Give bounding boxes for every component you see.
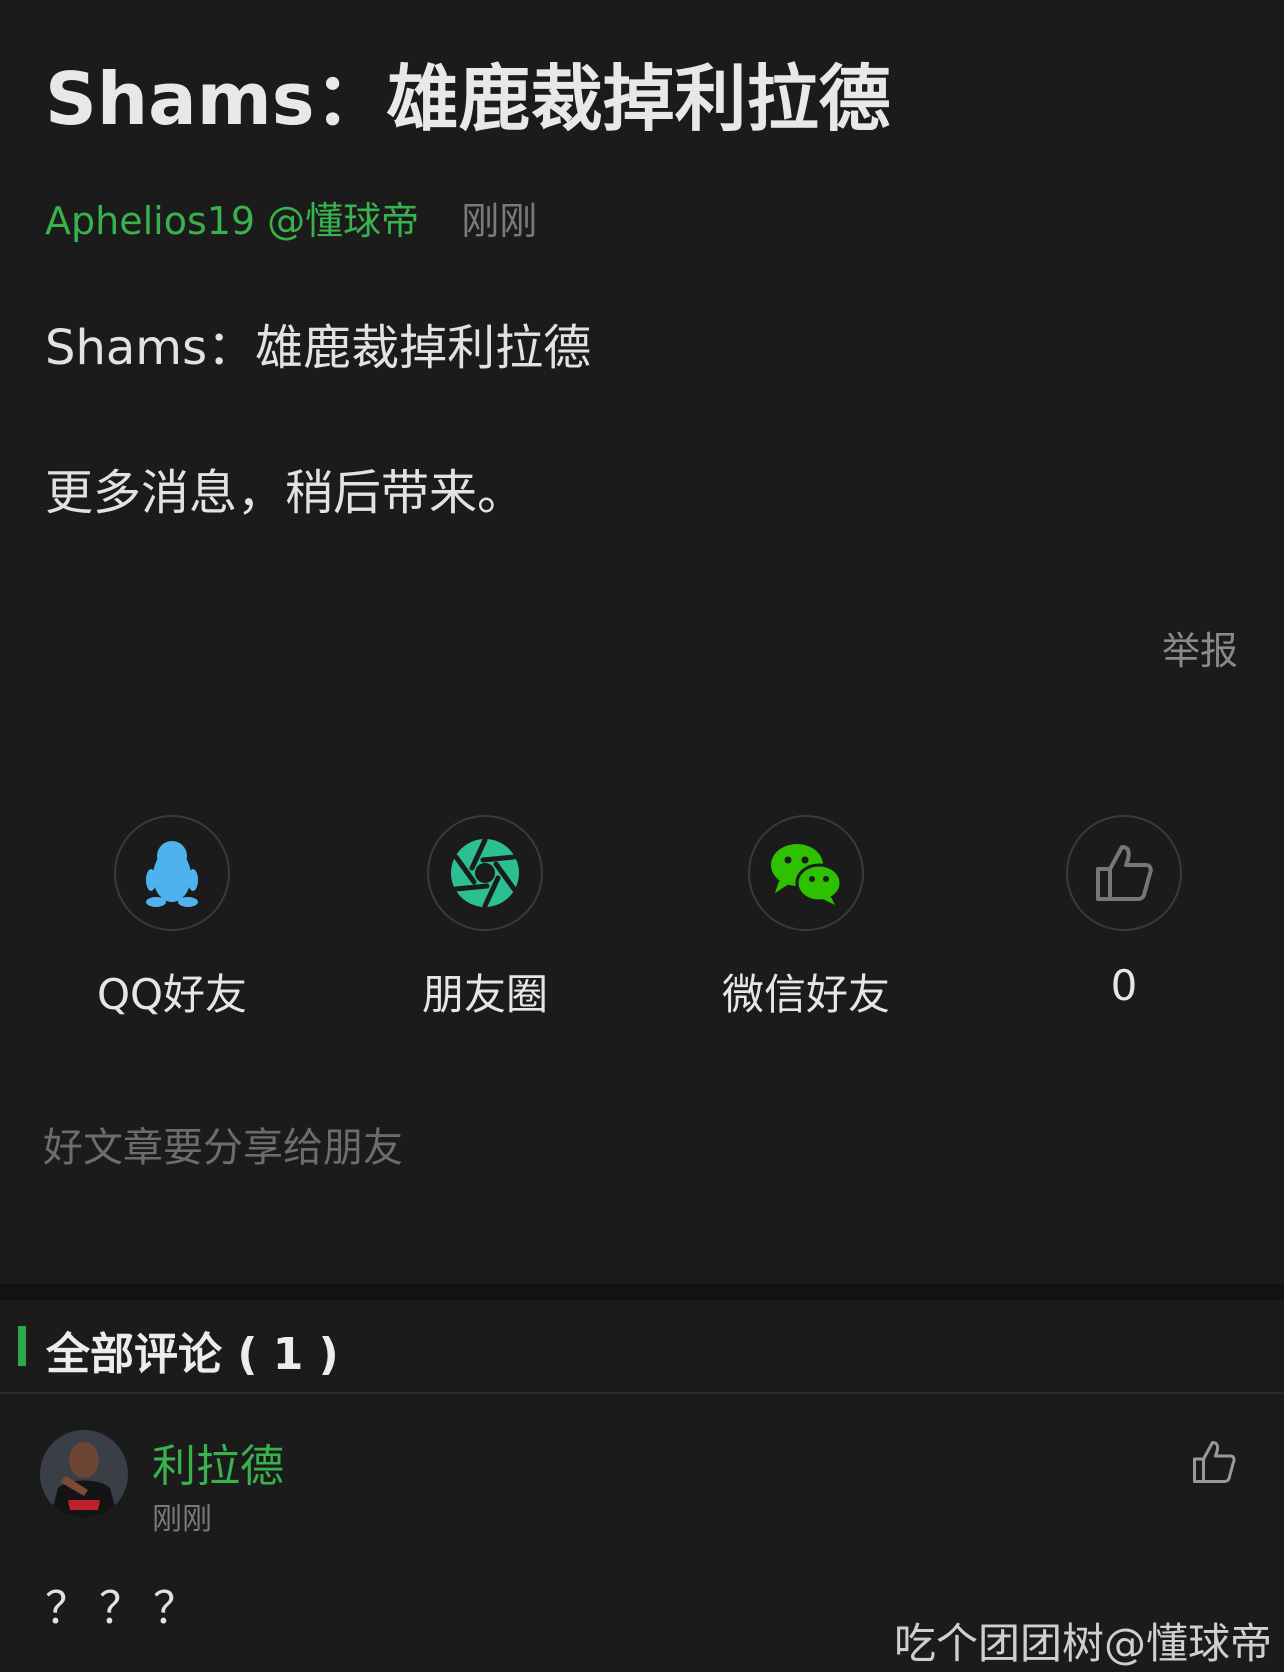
thumbs-up-icon (1096, 845, 1153, 901)
share-hint: 好文章要分享给朋友 (43, 1125, 403, 1171)
share-moments-circle[interactable] (427, 815, 543, 931)
share-bar: QQ好友 朋友圈 微信好友 0 (0, 815, 1284, 1019)
share-qq-label: QQ好友 (96, 970, 248, 1019)
like-button[interactable]: 0 (1004, 815, 1244, 1010)
article-meta: Aphelios19 @懂球帝 刚刚 (45, 190, 537, 245)
share-wechat-button[interactable]: 微信好友 (686, 815, 926, 1022)
share-moments-button[interactable]: 朋友圈 (365, 815, 605, 1022)
avatar[interactable] (40, 1430, 128, 1518)
comments-header: 全部评论 ( 1 ) (0, 1300, 1284, 1392)
author-link[interactable]: Aphelios19 @懂球帝 (45, 199, 419, 243)
comment-text: ？？？ (45, 1583, 207, 1634)
comment-like-button[interactable] (1190, 1438, 1238, 1490)
share-qq-button[interactable]: QQ好友 (52, 815, 292, 1022)
share-qq-circle[interactable] (114, 815, 230, 931)
report-button[interactable]: 举报 (1162, 620, 1238, 675)
like-count: 0 (1110, 961, 1138, 1010)
share-wechat-circle[interactable] (748, 815, 864, 931)
comment-author[interactable]: 利拉德 (152, 1430, 284, 1494)
article-paragraph: 更多消息，稍后带来。 (45, 465, 526, 521)
article-title: Shams：雄鹿裁掉利拉德 (45, 57, 891, 141)
moments-aperture-icon (451, 838, 519, 908)
divider (0, 1392, 1284, 1394)
thumbs-up-icon (1193, 1441, 1236, 1483)
comments-title: 全部评论 ( 1 ) (46, 1329, 339, 1380)
like-circle[interactable] (1066, 815, 1182, 931)
comment-time: 刚刚 (152, 1502, 212, 1537)
section-marker (18, 1326, 26, 1366)
watermark: 吃个团团树@懂球帝 (893, 1619, 1272, 1668)
publish-time: 刚刚 (461, 199, 538, 243)
qq-penguin-icon (146, 841, 198, 907)
wechat-icon (771, 844, 843, 905)
section-divider (0, 1284, 1284, 1300)
share-wechat-label: 微信好友 (721, 970, 890, 1019)
share-moments-label: 朋友圈 (421, 970, 548, 1019)
article-paragraph: Shams：雄鹿裁掉利拉德 (45, 320, 592, 376)
